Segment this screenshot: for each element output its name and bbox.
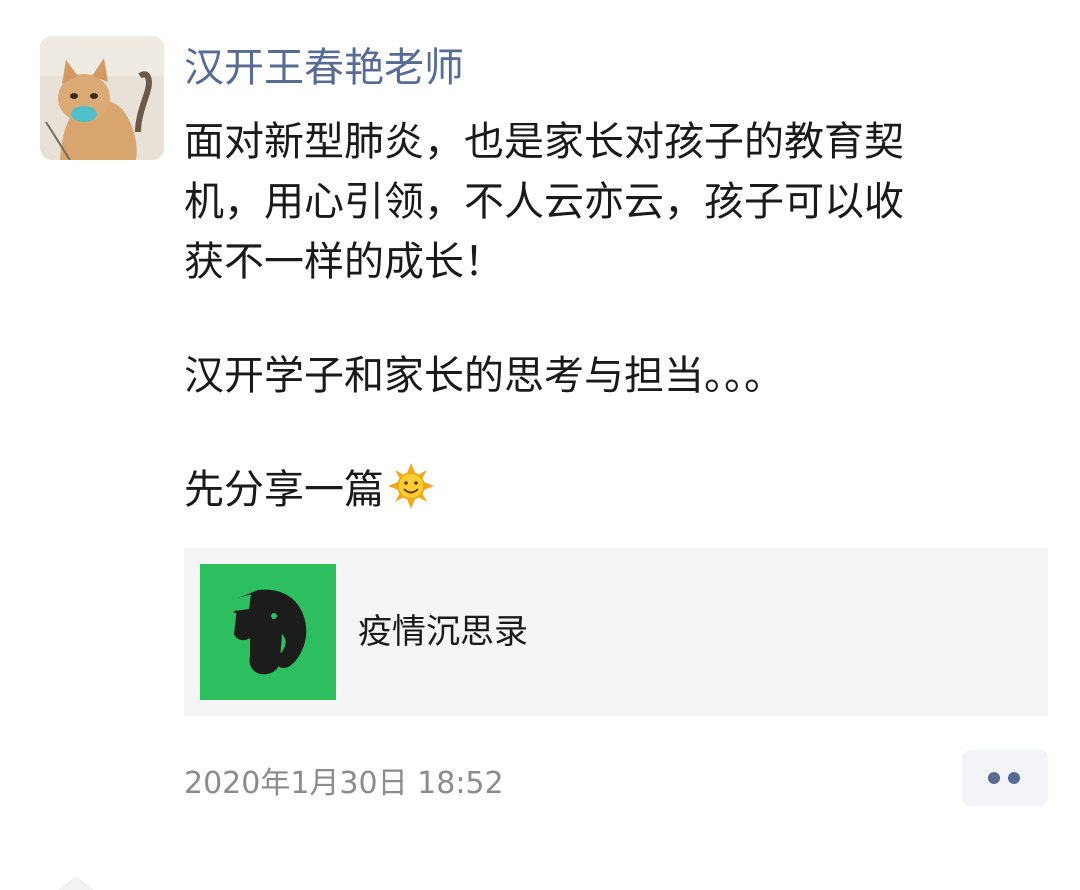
sun-smiley-icon [388,463,434,526]
post-timestamp: 2020年1月30日 18:52 [184,766,504,801]
more-dots-icon[interactable] [962,750,1048,806]
post-line-with-emoji: 先分享一篇 [184,460,1034,526]
post-line: 机，用心引领，不人云亦云，孩子可以收 [184,179,904,225]
post-line: 汉开学子和家长的思考与担当。。。 [184,353,784,399]
dot [988,772,1000,784]
link-title: 疫情沉思录 [358,612,528,652]
post-line: 面对新型肺炎，也是家长对孩子的教育契 [184,119,904,165]
post-line: 先分享一篇 [184,467,384,513]
shared-link-card[interactable]: 疫情沉思录 [184,548,1048,716]
author-name[interactable]: 汉开王春艳老师 [184,38,464,98]
post-text: 面对新型肺炎，也是家长对孩子的教育契 机，用心引领，不人云亦云，孩子可以收 获不… [184,112,1034,526]
avatar[interactable] [40,36,164,160]
cat-avatar-image [40,36,164,160]
evernote-elephant-icon [200,564,336,700]
comment-arrow [58,876,94,890]
dot [1008,772,1020,784]
post-line: 获不一样的成长！ [184,239,504,285]
